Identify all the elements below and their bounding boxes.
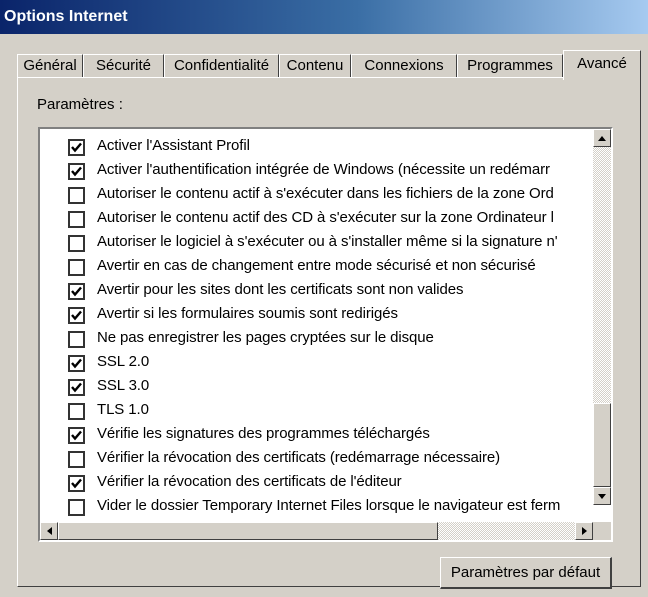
tab-security[interactable]: Sécurité xyxy=(83,54,164,78)
restore-defaults-button[interactable]: Paramètres par défaut xyxy=(440,557,612,589)
horizontal-scroll-thumb[interactable] xyxy=(58,522,438,540)
checkmark-icon xyxy=(71,166,82,177)
tab-general[interactable]: Général xyxy=(17,54,83,78)
checkmark-icon xyxy=(71,430,82,441)
tab-privacy[interactable]: Confidentialité xyxy=(164,54,279,78)
settings-list-item[interactable]: SSL 3.0 xyxy=(40,375,595,399)
settings-list-item[interactable]: SSL 2.0 xyxy=(40,351,595,375)
tab-advanced[interactable]: Avancé xyxy=(563,50,641,80)
settings-item-label: Ne pas enregistrer les pages cryptées su… xyxy=(97,329,434,346)
vertical-scroll-thumb[interactable] xyxy=(593,403,611,487)
checkmark-icon xyxy=(71,310,82,321)
settings-list-item[interactable]: Avertir en cas de changement entre mode … xyxy=(40,255,595,279)
horizontal-scrollbar[interactable] xyxy=(40,522,593,540)
settings-item-label: Activer l'Assistant Profil xyxy=(97,137,250,154)
scroll-left-button[interactable] xyxy=(40,522,58,540)
settings-listbox[interactable]: Activer l'Assistant Profil Activer l'auth… xyxy=(38,127,613,542)
checkbox[interactable] xyxy=(68,427,85,444)
checkbox[interactable] xyxy=(68,307,85,324)
scroll-down-button[interactable] xyxy=(593,487,611,505)
settings-list-item[interactable]: Vérifie les signatures des programmes té… xyxy=(40,423,595,447)
checkbox[interactable] xyxy=(68,259,85,276)
settings-item-label: Avertir pour les sites dont les certific… xyxy=(97,281,464,298)
settings-item-label: SSL 3.0 xyxy=(97,377,150,394)
checkmark-icon xyxy=(71,478,82,489)
settings-list-item[interactable]: Ne pas enregistrer les pages cryptées su… xyxy=(40,327,595,351)
settings-item-label: Vérifier la révocation des certificats d… xyxy=(97,473,402,490)
checkmark-icon xyxy=(71,382,82,393)
arrow-right-icon xyxy=(581,527,587,535)
tab-label: Avancé xyxy=(577,55,627,72)
settings-item-label: Vider le dossier Temporary Internet File… xyxy=(97,497,561,514)
tab-label: Confidentialité xyxy=(173,57,270,74)
vertical-scrollbar[interactable] xyxy=(593,129,611,505)
checkbox[interactable] xyxy=(68,187,85,204)
settings-item-label: SSL 2.0 xyxy=(97,353,150,370)
settings-list-item[interactable]: Autoriser le contenu actif à s'exécuter … xyxy=(40,183,595,207)
scroll-up-button[interactable] xyxy=(593,129,611,147)
checkbox[interactable] xyxy=(68,475,85,492)
settings-list-item[interactable]: Vérifier la révocation des certificats d… xyxy=(40,471,595,495)
settings-list-item[interactable]: Vider le dossier Temporary Internet File… xyxy=(40,495,595,519)
tab-label: Général xyxy=(23,57,77,74)
checkbox[interactable] xyxy=(68,163,85,180)
checkbox[interactable] xyxy=(68,451,85,468)
checkbox[interactable] xyxy=(68,499,85,516)
tab-content[interactable]: Contenu xyxy=(279,54,351,78)
checkbox[interactable] xyxy=(68,355,85,372)
scrollbar-corner xyxy=(593,522,611,540)
arrow-down-icon xyxy=(598,493,606,499)
settings-item-label: Autoriser le logiciel à s'exécuter ou à … xyxy=(97,233,558,250)
tab-label: Programmes xyxy=(467,57,553,74)
window-title: Options Internet xyxy=(0,0,648,34)
tab-connections[interactable]: Connexions xyxy=(351,54,457,78)
settings-item-label: Activer l'authentification intégrée de W… xyxy=(97,161,550,178)
checkmark-icon xyxy=(71,142,82,153)
settings-item-label: Avertir si les formulaires soumis sont r… xyxy=(97,305,398,322)
scroll-right-button[interactable] xyxy=(575,522,593,540)
settings-list-item[interactable]: Avertir si les formulaires soumis sont r… xyxy=(40,303,595,327)
arrow-left-icon xyxy=(46,527,52,535)
tab-label: Contenu xyxy=(286,57,344,74)
settings-item-label: Vérifier la révocation des certificats (… xyxy=(97,449,501,466)
tab-programs[interactable]: Programmes xyxy=(457,54,563,78)
settings-item-label: Autoriser le contenu actif à s'exécuter … xyxy=(97,185,554,202)
settings-list-item[interactable]: Vérifier la révocation des certificats (… xyxy=(40,447,595,471)
settings-list: Activer l'Assistant Profil Activer l'auth… xyxy=(40,135,595,520)
checkmark-icon xyxy=(71,358,82,369)
settings-list-item[interactable]: Avertir pour les sites dont les certific… xyxy=(40,279,595,303)
settings-list-item[interactable]: Activer l'authentification intégrée de W… xyxy=(40,159,595,183)
tab-label: Connexions xyxy=(364,57,444,74)
settings-list-item[interactable]: Autoriser le contenu actif des CD à s'ex… xyxy=(40,207,595,231)
arrow-up-icon xyxy=(598,135,606,141)
checkbox[interactable] xyxy=(68,283,85,300)
settings-list-item[interactable]: Autoriser le logiciel à s'exécuter ou à … xyxy=(40,231,595,255)
checkmark-icon xyxy=(71,286,82,297)
settings-list-item[interactable]: TLS 1.0 xyxy=(40,399,595,423)
settings-item-label: Autoriser le contenu actif des CD à s'ex… xyxy=(97,209,554,226)
checkbox[interactable] xyxy=(68,379,85,396)
settings-item-label: Avertir en cas de changement entre mode … xyxy=(97,257,536,274)
checkbox[interactable] xyxy=(68,403,85,420)
settings-label: Paramètres : xyxy=(37,96,123,113)
checkbox[interactable] xyxy=(68,139,85,156)
tab-label: Sécurité xyxy=(95,57,152,74)
settings-item-label: TLS 1.0 xyxy=(97,401,149,418)
checkbox[interactable] xyxy=(68,331,85,348)
checkbox[interactable] xyxy=(68,235,85,252)
settings-item-label: Vérifie les signatures des programmes té… xyxy=(97,425,430,442)
settings-list-item[interactable]: Activer l'Assistant Profil xyxy=(40,135,595,159)
checkbox[interactable] xyxy=(68,211,85,228)
